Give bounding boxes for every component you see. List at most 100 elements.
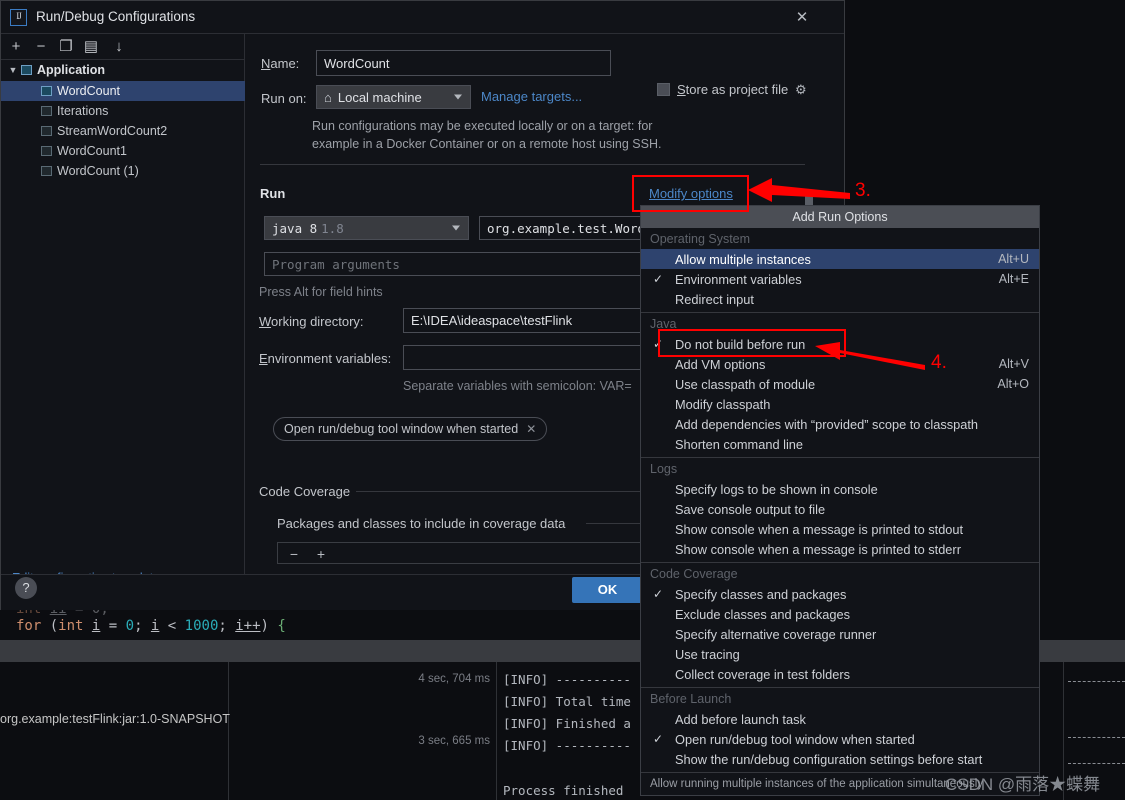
popup-menu-item[interactable]: ✓ Environment variables Alt+E [641, 269, 1039, 289]
popup-menu-item[interactable]: Specify logs to be shown in console [641, 479, 1039, 499]
annotation-box-do-not-build [658, 329, 846, 357]
configurations-tree-panel: + − ❐ ▤ ↓ ▼ Application WordCount Iterat… [1, 34, 245, 585]
popup-menu-item[interactable]: Use classpath of module Alt+O [641, 374, 1039, 394]
annotation-step-3: 3. [855, 180, 871, 201]
tree-item-label: Iterations [57, 104, 109, 118]
tree-item-wordcount[interactable]: WordCount [1, 81, 245, 101]
popup-menu-item-shortcut: Alt+U [998, 252, 1029, 266]
popup-menu-item[interactable]: ✓ Open run/debug tool window when started [641, 729, 1039, 749]
popup-menu-item[interactable]: Show the run/debug configuration setting… [641, 749, 1039, 769]
coverage-remove-button[interactable]: − [284, 545, 304, 563]
annotation-box-modify-options [632, 175, 749, 212]
close-icon[interactable]: ✕ [792, 9, 812, 27]
chevron-down-icon[interactable] [452, 225, 460, 231]
new-folder-button[interactable]: ▤ [81, 37, 101, 57]
console-line-1: [INFO] Total time [503, 694, 631, 709]
environment-variables-hint: Separate variables with semicolon: VAR= [403, 379, 632, 393]
popup-menu-item[interactable]: Add dependencies with “provided” scope t… [641, 414, 1039, 434]
popup-menu-item[interactable]: Specify alternative coverage runner [641, 624, 1039, 644]
build-time-2: 3 sec, 665 ms [418, 735, 490, 747]
tree-item-wordcount-1[interactable]: WordCount (1) [1, 161, 245, 181]
popup-menu-item[interactable]: Collect coverage in test folders [641, 664, 1039, 684]
close-icon[interactable]: ✕ [526, 422, 536, 436]
popup-menu-item-shortcut: Alt+O [997, 377, 1029, 391]
popup-menu-item[interactable]: Exclude classes and packages [641, 604, 1039, 624]
remove-configuration-button[interactable]: − [31, 37, 51, 57]
popup-menu-item-label: Add VM options [675, 356, 766, 372]
working-directory-label: Working directory: [259, 314, 364, 329]
jre-version: 1.8 [321, 220, 344, 236]
store-as-project-file-checkbox[interactable] [657, 83, 670, 96]
add-configuration-button[interactable]: + [6, 37, 26, 57]
copy-configuration-button[interactable]: ❐ [56, 37, 76, 57]
field-hint: Press Alt for field hints [259, 285, 383, 299]
run-on-dropdown[interactable]: ⌂ Local machine [316, 85, 471, 109]
check-icon: ✓ [652, 272, 664, 286]
tree-toolbar: + − ❐ ▤ ↓ [1, 34, 244, 60]
chevron-down-icon[interactable]: ▼ [5, 65, 21, 75]
sort-configurations-button[interactable]: ↓ [109, 37, 129, 57]
popup-menu-item[interactable]: Show console when a message is printed t… [641, 519, 1039, 539]
open-tool-window-pill-label: Open run/debug tool window when started [284, 422, 519, 436]
popup-menu-item-shortcut: Alt+V [998, 357, 1029, 371]
popup-menu-item[interactable]: Add VM options Alt+V [641, 354, 1039, 374]
popup-group-title: Operating System [650, 231, 751, 246]
gear-icon[interactable]: ⚙ [795, 82, 807, 98]
popup-group-title: Before Launch [650, 691, 732, 706]
tree-item-streamwordcount2[interactable]: StreamWordCount2 [1, 121, 245, 141]
popup-menu-item[interactable]: Shorten command line [641, 434, 1039, 454]
tree-item-iterations[interactable]: Iterations [1, 101, 245, 121]
name-label: Name: [261, 56, 300, 71]
popup-menu-item-label: Use tracing [675, 646, 740, 662]
dialog-title-bar: IJ Run/Debug Configurations ✕ [1, 1, 844, 34]
program-arguments-placeholder: Program arguments [272, 256, 400, 272]
popup-menu-item[interactable]: Allow multiple instances Alt+U [641, 249, 1039, 269]
tree-item-wordcount1[interactable]: WordCount1 [1, 141, 245, 161]
configuration-icon [41, 146, 52, 156]
popup-menu-item[interactable]: Modify classpath [641, 394, 1039, 414]
tree-node-application-label: Application [37, 63, 106, 77]
run-on-description-line1: Run configurations may be executed local… [312, 119, 653, 133]
open-tool-window-pill[interactable]: Open run/debug tool window when started … [273, 417, 548, 441]
popup-menu-item[interactable]: Show console when a message is printed t… [641, 539, 1039, 559]
home-icon: ⌂ [324, 89, 332, 105]
tree-item-label: StreamWordCount2 [57, 124, 168, 138]
application-group-icon [21, 65, 32, 75]
popup-menu-item-label: Allow multiple instances [675, 251, 811, 267]
ok-button[interactable]: OK [572, 577, 643, 603]
configuration-icon [41, 86, 52, 96]
coverage-add-button[interactable]: + [311, 545, 331, 563]
popup-menu-item[interactable]: ✓ Specify classes and packages [641, 584, 1039, 604]
add-run-options-popup: Add Run Options Operating System Allow mu… [640, 205, 1040, 796]
popup-menu-item[interactable]: Save console output to file [641, 499, 1039, 519]
popup-menu-item[interactable]: Use tracing [641, 644, 1039, 664]
annotation-step-4: 4. [931, 352, 947, 373]
maven-coordinate: org.example:testFlink:jar:1.0-SNAPSHOT [0, 712, 230, 726]
name-input[interactable]: WordCount [316, 50, 611, 76]
popup-menu-item-label: Show the run/debug configuration setting… [675, 751, 983, 767]
chevron-down-icon[interactable] [454, 94, 462, 100]
popup-group-title: Code Coverage [650, 566, 738, 581]
popup-menu-body: Operating System Allow multiple instances… [641, 228, 1039, 769]
panel-divider-mid [496, 662, 497, 800]
jre-dropdown[interactable]: java 8 1.8 [264, 216, 469, 240]
configuration-icon [41, 106, 52, 116]
popup-menu-item[interactable]: Add before launch task [641, 709, 1039, 729]
popup-menu-item-label: Shorten command line [675, 436, 804, 452]
popup-menu-item-label: Open run/debug tool window when started [675, 731, 915, 747]
tree-item-label: WordCount (1) [57, 164, 139, 178]
manage-targets-link[interactable]: Manage targets... [481, 89, 582, 104]
store-as-project-file-label: Store as project file [677, 82, 789, 97]
tree-item-label: WordCount1 [57, 144, 127, 158]
code-coverage-title: Code Coverage [259, 484, 357, 499]
popup-menu-item-label: Modify classpath [675, 396, 771, 412]
popup-menu-item-label: Save console output to file [675, 501, 826, 517]
tree-node-application[interactable]: ▼ Application [1, 60, 245, 80]
help-button[interactable]: ? [15, 577, 37, 599]
configuration-icon [41, 166, 52, 176]
run-on-label: Run on: [261, 91, 307, 106]
popup-menu-item[interactable]: Redirect input [641, 289, 1039, 309]
coverage-subtitle: Packages and classes to include in cover… [277, 516, 572, 531]
popup-menu-item-label: Collect coverage in test folders [675, 666, 850, 682]
build-time-1: 4 sec, 704 ms [418, 673, 490, 685]
